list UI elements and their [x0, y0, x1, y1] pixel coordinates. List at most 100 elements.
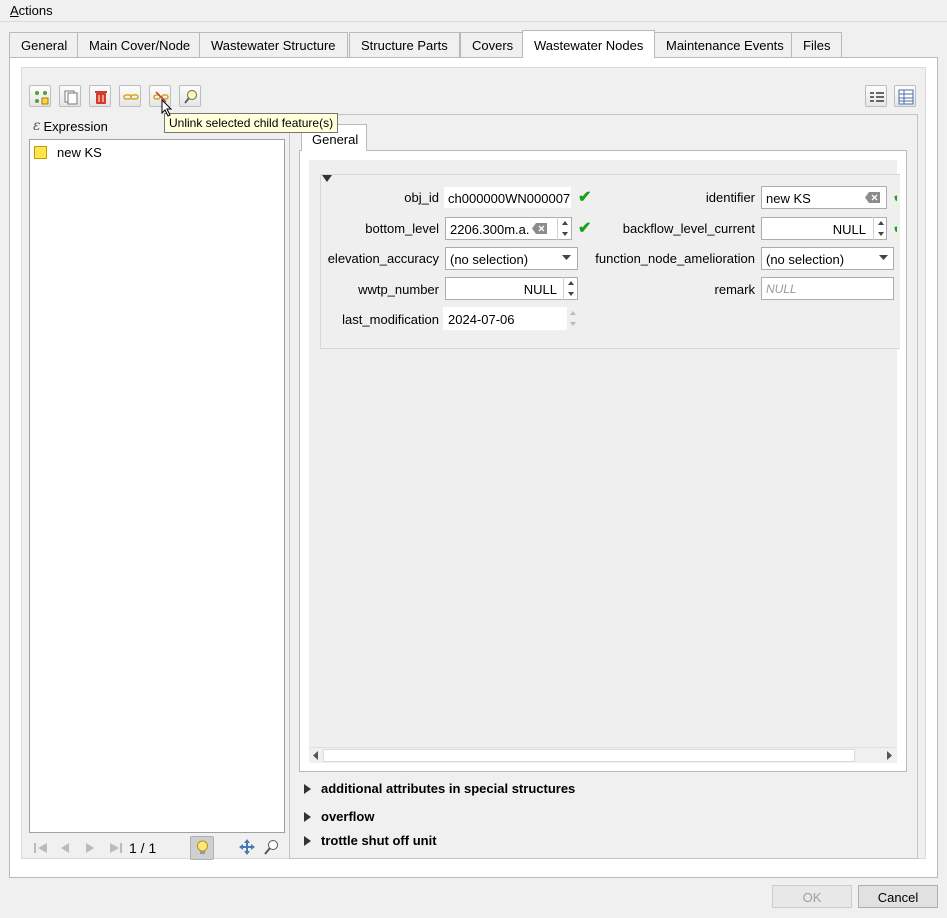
last-modification-label: last_modification	[342, 312, 439, 327]
menu-actions[interactable]: Actions	[10, 3, 53, 18]
duplicate-icon	[64, 90, 78, 105]
clear-field-icon[interactable]	[865, 192, 880, 203]
valid-check-icon: ✔	[893, 218, 897, 238]
link-button[interactable]	[119, 85, 141, 107]
expand-triangle-icon	[304, 783, 311, 794]
section-throttle-shut-off-unit[interactable]: trottle shut off unit	[304, 833, 437, 848]
list-item-label: new KS	[57, 145, 102, 160]
bottom-level-label: bottom_level	[365, 221, 439, 236]
valid-check-icon: ✔	[578, 189, 592, 206]
list-item[interactable]: new KS	[34, 145, 102, 160]
section-label: overflow	[321, 809, 375, 824]
page-counter: 1 / 1	[129, 840, 157, 856]
tab-label: Files	[803, 38, 831, 53]
last-modification-field[interactable]: 2024-07-06	[443, 307, 567, 330]
cancel-button[interactable]: Cancel	[858, 885, 938, 908]
tab-covers[interactable]: Covers	[460, 32, 526, 57]
obj-id-label: obj_id	[404, 190, 439, 205]
menu-bar: Actions	[0, 0, 947, 22]
scroll-right-icon[interactable]	[885, 751, 893, 760]
scrollbar-thumb[interactable]	[323, 749, 855, 762]
pan-to-feature-icon[interactable]	[239, 839, 255, 855]
bottom-level-field[interactable]: 2206.300m.a.	[445, 217, 572, 240]
add-child-button[interactable]	[29, 85, 51, 107]
feature-list[interactable]: new KS	[29, 139, 285, 833]
delete-button[interactable]	[89, 85, 111, 107]
spinbox-arrows[interactable]	[557, 217, 571, 240]
duplicate-button[interactable]	[59, 85, 81, 107]
expand-triangle-icon	[304, 811, 311, 822]
remark-placeholder: NULL	[766, 282, 797, 296]
obj-id-field[interactable]: ch000000WN000007	[443, 186, 572, 209]
previous-page-icon[interactable]	[59, 841, 71, 855]
backflow-level-value: NULL	[832, 222, 866, 237]
tab-main-cover-node[interactable]: Main Cover/Node	[77, 32, 203, 57]
identifier-label: identifier	[705, 190, 755, 205]
elevation-accuracy-select[interactable]: (no selection)	[445, 247, 578, 270]
section-special-structures[interactable]: additional attributes in special structu…	[304, 781, 575, 796]
collapse-triangle-icon[interactable]	[322, 175, 332, 183]
expression-label: Expression	[43, 118, 108, 134]
tab-label: Structure Parts	[361, 38, 448, 53]
delete-icon	[95, 91, 107, 104]
form-view-icon	[870, 92, 884, 102]
spinbox-arrows[interactable]	[873, 217, 887, 240]
spin-arrows-icon	[562, 221, 568, 236]
identifier-value: new KS	[766, 191, 811, 206]
remark-label: remark	[714, 282, 755, 297]
table-view-button[interactable]	[894, 85, 916, 107]
horizontal-scrollbar[interactable]	[309, 747, 897, 763]
spinbox-arrows[interactable]	[563, 277, 577, 300]
backflow-level-label: backflow_level_current	[622, 221, 755, 236]
last-page-icon[interactable]	[108, 841, 124, 855]
chevron-down-icon	[562, 255, 571, 260]
zoom-feature-icon	[184, 90, 197, 104]
function-node-amelioration-label: function_node_amelioration	[595, 251, 755, 266]
function-node-amelioration-value: (no selection)	[766, 252, 845, 267]
add-child-icon	[35, 91, 49, 105]
tab-structure-parts[interactable]: Structure Parts	[349, 32, 460, 57]
wwtp-number-field[interactable]: NULL	[445, 277, 578, 300]
valid-check-icon: ✔	[578, 220, 592, 237]
spin-arrows-icon	[568, 281, 574, 296]
remark-field[interactable]: NULL	[761, 277, 894, 300]
zoom-to-feature-icon[interactable]	[263, 839, 279, 855]
tab-label: Covers	[472, 38, 514, 53]
pager-bar: 1 / 1	[33, 836, 293, 860]
bottom-level-value: 2206.300m.a.	[450, 222, 530, 237]
elevation-accuracy-label: elevation_accuracy	[327, 251, 439, 266]
tab-maintenance-events[interactable]: Maintenance Events	[654, 32, 796, 57]
ok-button[interactable]: OK	[772, 885, 852, 908]
last-modification-value: 2024-07-06	[448, 312, 515, 327]
expression-header: ε Expression	[33, 118, 108, 134]
chevron-down-icon	[879, 255, 888, 260]
next-page-icon[interactable]	[84, 841, 96, 855]
spin-arrows-icon	[570, 311, 576, 326]
mouse-cursor-icon	[161, 99, 173, 117]
tab-wastewater-structure[interactable]: Wastewater Structure	[199, 32, 348, 57]
spinbox-arrows	[566, 307, 580, 330]
tab-label: Wastewater Nodes	[534, 38, 644, 53]
function-node-amelioration-select[interactable]: (no selection)	[761, 247, 894, 270]
zoom-feature-button[interactable]	[179, 85, 201, 107]
tab-label: Main Cover/Node	[89, 38, 191, 53]
link-icon	[123, 94, 139, 100]
tab-label: General	[312, 132, 359, 147]
tab-files[interactable]: Files	[791, 32, 843, 57]
expression-icon: ε	[33, 118, 41, 134]
lightbulb-icon	[197, 840, 208, 854]
tab-wastewater-nodes[interactable]: Wastewater Nodes	[522, 30, 656, 58]
tab-general[interactable]: General	[9, 32, 80, 57]
tooltip: Unlink selected child feature(s)	[164, 113, 339, 133]
section-overflow[interactable]: overflow	[304, 809, 374, 824]
highlight-toggle-button[interactable]	[190, 836, 214, 860]
elevation-accuracy-value: (no selection)	[450, 252, 529, 267]
clear-field-icon[interactable]	[532, 223, 547, 234]
scroll-left-icon[interactable]	[312, 751, 320, 760]
section-label: additional attributes in special structu…	[321, 781, 576, 796]
first-page-icon[interactable]	[33, 841, 49, 855]
form-view-button[interactable]	[865, 85, 887, 107]
backflow-level-field[interactable]: NULL	[761, 217, 887, 240]
expand-triangle-icon	[304, 835, 311, 846]
spin-arrows-icon	[878, 221, 884, 236]
